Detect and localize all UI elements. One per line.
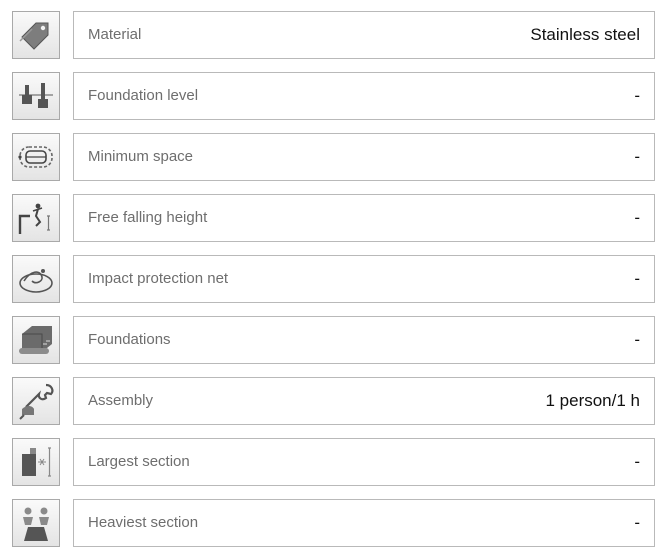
spec-value: - — [634, 147, 640, 166]
spec-label: Minimum space — [88, 148, 194, 165]
spec-row-minimum-space: Minimum space - — [0, 133, 659, 185]
impact-net-icon — [12, 255, 60, 303]
spec-field: Material Stainless steel — [73, 11, 655, 59]
spec-field: Assembly 1 person/1 h — [73, 377, 655, 425]
spec-value: - — [634, 269, 640, 288]
spec-row-free-falling-height: Free falling height - — [0, 194, 659, 246]
spec-label: Material — [88, 26, 142, 43]
spec-value: Stainless steel — [530, 25, 640, 44]
spec-field: Largest section - — [73, 438, 655, 486]
spec-row-assembly: Assembly 1 person/1 h — [0, 377, 659, 429]
spec-label: Foundations — [88, 331, 171, 348]
spec-label: Largest section — [88, 453, 190, 470]
spec-row-material: Material Stainless steel — [0, 11, 659, 63]
spec-field: Minimum space - — [73, 133, 655, 181]
largest-section-icon — [12, 438, 60, 486]
spec-row-foundations: Foundations - — [0, 316, 659, 368]
spec-field: Heaviest section - — [73, 499, 655, 547]
spec-value: - — [634, 452, 640, 471]
spec-field: Foundation level - — [73, 72, 655, 120]
spec-row-impact-protection-net: Impact protection net - — [0, 255, 659, 307]
weight-kg-icon — [12, 499, 60, 547]
falling-person-icon — [12, 194, 60, 242]
spec-field: Free falling height - — [73, 194, 655, 242]
spec-row-largest-section: Largest section - — [0, 438, 659, 490]
foundation-block-icon — [12, 316, 60, 364]
spec-value: 1 person/1 h — [545, 391, 640, 410]
spec-label: Foundation level — [88, 87, 199, 104]
foundation-level-icon — [12, 72, 60, 120]
spec-row-heaviest-section: Heaviest section - — [0, 499, 659, 551]
spec-value: - — [634, 513, 640, 532]
price-tag-icon — [12, 11, 60, 59]
spec-value: - — [634, 330, 640, 349]
spec-label: Impact protection net — [88, 270, 229, 287]
spec-label: Heaviest section — [88, 514, 199, 531]
spec-row-foundation-level: Foundation level - — [0, 72, 659, 124]
spec-value: - — [634, 86, 640, 105]
wrench-hand-icon — [12, 377, 60, 425]
spec-label: Free falling height — [88, 209, 208, 226]
spec-field: Impact protection net - — [73, 255, 655, 303]
spec-value: - — [634, 208, 640, 227]
spec-label: Assembly — [88, 392, 154, 409]
spec-field: Foundations - — [73, 316, 655, 364]
minimum-space-icon — [12, 133, 60, 181]
